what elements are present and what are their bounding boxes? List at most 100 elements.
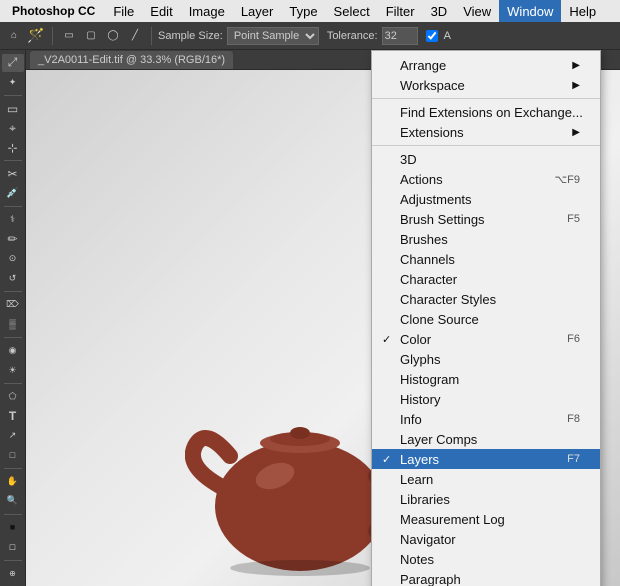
menu-item-label: Info [400, 412, 422, 427]
menu-item-3d[interactable]: 3D [372, 149, 600, 169]
tool-crop[interactable]: ✂ [2, 165, 24, 183]
tool-hand[interactable]: ✋ [2, 473, 24, 491]
menu-item-label: Libraries [400, 492, 450, 507]
menu-item-adjustments[interactable]: Adjustments [372, 189, 600, 209]
menu-item-extensions[interactable]: Extensions▶ [372, 122, 600, 142]
tolerance-label: Tolerance: [327, 30, 378, 42]
menu-item-navigator[interactable]: Navigator [372, 529, 600, 549]
anti-alias-checkbox[interactable] [426, 30, 438, 42]
toolbar-shape-group: ▭ ▢ ◯ ╱ [59, 26, 145, 46]
menu-item-paragraph[interactable]: Paragraph [372, 569, 600, 586]
menu-item-channels[interactable]: Channels [372, 249, 600, 269]
menu-file[interactable]: File [105, 0, 142, 22]
tool-magic-wand[interactable]: ⊹ [2, 139, 24, 157]
toolbar-magic-wand-btn[interactable]: 🪄 [26, 26, 46, 46]
tool-gradient[interactable]: ▒ [2, 316, 24, 334]
canvas-tab[interactable]: _V2A0011-Edit.tif @ 33.3% (RGB/16*) [30, 51, 233, 69]
menu-item-libraries[interactable]: Libraries [372, 489, 600, 509]
tool-foreground-color[interactable]: ■ [2, 519, 24, 537]
menu-item-clone-source[interactable]: Clone Source [372, 309, 600, 329]
tolerance-input[interactable] [382, 27, 418, 45]
anti-alias-label: A [444, 30, 451, 42]
toolbar-home-btn[interactable]: ⌂ [4, 26, 24, 46]
menu-view[interactable]: View [455, 0, 499, 22]
tool-type[interactable]: T [2, 407, 24, 425]
menu-3d[interactable]: 3D [423, 0, 456, 22]
menu-item-label: Layer Comps [400, 432, 477, 447]
menu-item-glyphs[interactable]: Glyphs [372, 349, 600, 369]
tool-brush[interactable]: ✏ [2, 231, 24, 249]
tool-lasso[interactable]: ⌖ [2, 119, 24, 137]
menu-item-info[interactable]: Info F8 [372, 409, 600, 429]
tool-eraser[interactable]: ⌦ [2, 296, 24, 314]
menu-image[interactable]: Image [181, 0, 233, 22]
menu-item-label: History [400, 392, 440, 407]
app-logo[interactable]: Photoshop CC [8, 0, 105, 22]
menu-item-find-extensions-on-exchange---[interactable]: Find Extensions on Exchange... [372, 102, 600, 122]
tool-eyedropper[interactable]: 💉 [2, 185, 24, 203]
tool-dodge[interactable]: ☀ [2, 361, 24, 379]
menu-item-label: Measurement Log [400, 512, 505, 527]
menu-item-brushes[interactable]: Brushes [372, 229, 600, 249]
menu-item-label: Channels [400, 252, 455, 267]
menu-item-learn[interactable]: Learn [372, 469, 600, 489]
toolbar-rounded-rect-btn[interactable]: ▢ [81, 26, 101, 46]
menu-select[interactable]: Select [326, 0, 378, 22]
menu-filter[interactable]: Filter [378, 0, 423, 22]
menu-item-notes[interactable]: Notes [372, 549, 600, 569]
menu-item-layer-comps[interactable]: Layer Comps [372, 429, 600, 449]
menu-item-workspace[interactable]: Workspace▶ [372, 75, 600, 95]
menu-layer[interactable]: Layer [233, 0, 282, 22]
window-dropdown-menu: Arrange▶Workspace▶ Find Extensions on Exc… [371, 50, 601, 586]
menu-window[interactable]: Window [499, 0, 561, 22]
menu-item-label: Find Extensions on Exchange... [400, 105, 583, 120]
toolbar-circle-btn[interactable]: ◯ [103, 26, 123, 46]
tool-background-color[interactable]: □ [2, 538, 24, 556]
tool-move[interactable]: ⤢ [2, 54, 24, 72]
tool-marquee[interactable]: ▭ [2, 100, 24, 118]
menu-item-label: Glyphs [400, 352, 440, 367]
menu-item-label: Character [400, 272, 457, 287]
menu-help[interactable]: Help [561, 0, 604, 22]
sample-size-select[interactable]: Point Sample [227, 27, 319, 45]
menu-item-character-styles[interactable]: Character Styles [372, 289, 600, 309]
submenu-arrow-icon: ▶ [572, 60, 580, 71]
tool-sep-5 [4, 337, 22, 338]
menu-item-label: Brushes [400, 232, 448, 247]
tool-shape[interactable]: □ [2, 446, 24, 464]
menu-item-arrange[interactable]: Arrange▶ [372, 55, 600, 75]
tool-wand[interactable]: ✦ [2, 74, 24, 92]
tool-pen[interactable]: ⬠ [2, 388, 24, 406]
menu-item-character[interactable]: Character [372, 269, 600, 289]
menu-bar: Photoshop CC File Edit Image Layer Type … [0, 0, 620, 22]
submenu-arrow-icon: ▶ [572, 80, 580, 91]
tool-path-selection[interactable]: ↗ [2, 427, 24, 445]
main-area: ⤢ ✦ ▭ ⌖ ⊹ ✂ 💉 ⚕ ✏ ⊙ ↺ ⌦ ▒ ◉ ☀ ⬠ T ↗ □ ✋ … [0, 50, 620, 586]
menu-item-label: Brush Settings [400, 212, 485, 227]
menu-shortcut: F7 [567, 453, 580, 465]
tool-sep-7 [4, 468, 22, 469]
tool-blur[interactable]: ◉ [2, 342, 24, 360]
toolbar-rect-btn[interactable]: ▭ [59, 26, 79, 46]
menu-item-measurement-log[interactable]: Measurement Log [372, 509, 600, 529]
tool-healing[interactable]: ⚕ [2, 211, 24, 229]
menu-item-histogram[interactable]: Histogram [372, 369, 600, 389]
menu-item-color[interactable]: ✓ColorF6 [372, 329, 600, 349]
menu-item-layers[interactable]: ✓LayersF7 [372, 449, 600, 469]
menu-item-label: Layers [400, 452, 439, 467]
menu-item-label: Extensions [400, 125, 464, 140]
menu-type[interactable]: Type [281, 0, 325, 22]
menu-shortcut: F5 [567, 213, 580, 225]
menu-item-history[interactable]: History [372, 389, 600, 409]
tool-zoom[interactable]: 🔍 [2, 492, 24, 510]
tool-sep-6 [4, 383, 22, 384]
menu-item-brush-settings[interactable]: Brush Settings F5 [372, 209, 600, 229]
menu-item-actions[interactable]: Actions⌥F9 [372, 169, 600, 189]
tool-extra[interactable]: ⊕ [2, 564, 24, 582]
toolbar-tools: ⌂ 🪄 [4, 26, 46, 46]
menu-shortcut: F8 [567, 413, 580, 425]
tool-clone[interactable]: ⊙ [2, 250, 24, 268]
tool-history-brush[interactable]: ↺ [2, 270, 24, 288]
menu-edit[interactable]: Edit [142, 0, 180, 22]
toolbar-line-btn[interactable]: ╱ [125, 26, 145, 46]
